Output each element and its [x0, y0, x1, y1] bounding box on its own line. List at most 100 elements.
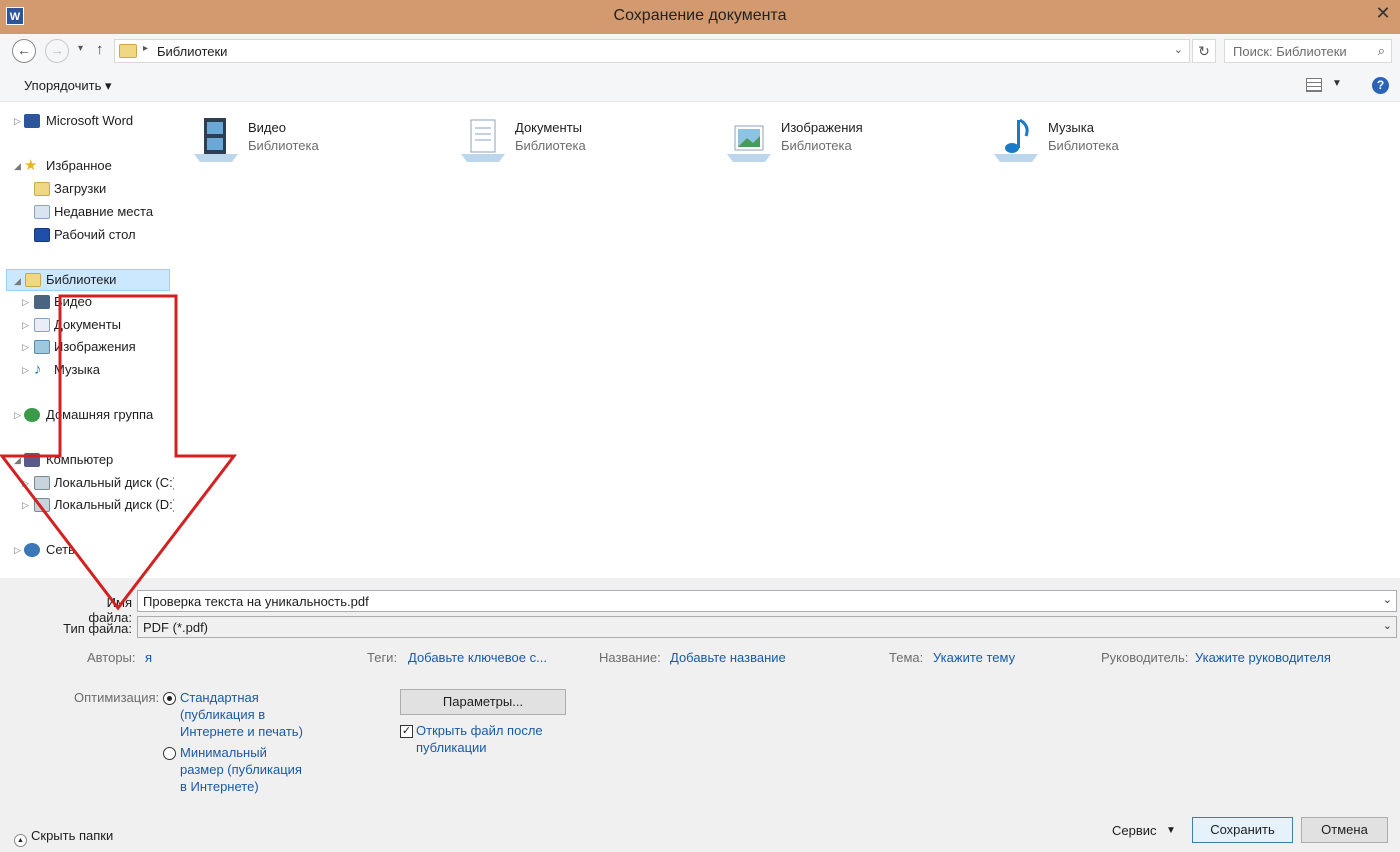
expand-arrow-icon[interactable]: ▷: [22, 494, 29, 516]
service-menu[interactable]: Сервис: [1112, 823, 1157, 838]
word-icon: [24, 114, 40, 128]
libraries-folder-icon: [119, 44, 137, 58]
tree-label: Избранное: [46, 158, 112, 173]
tree-item-images[interactable]: ▷ Изображения: [22, 336, 174, 358]
music-library-icon: [994, 118, 1038, 162]
tree-item-recent-places[interactable]: Недавние места: [14, 201, 174, 223]
address-dropdown-icon[interactable]: ⌄: [1174, 43, 1183, 56]
filename-field[interactable]: Проверка текста на уникальность.pdf ⌄: [137, 590, 1397, 612]
option-line: Стандартная: [180, 690, 259, 705]
open-after-publish-label[interactable]: Открыть файл после публикации: [416, 722, 543, 756]
up-button[interactable]: ↑: [96, 41, 104, 58]
parameters-button[interactable]: Параметры...: [400, 689, 566, 715]
library-name: Видео: [248, 120, 286, 135]
filetype-select[interactable]: PDF (*.pdf) ⌄: [137, 616, 1397, 638]
chevron-down-icon[interactable]: ⌄: [1383, 619, 1392, 632]
optimize-standard-radio[interactable]: [163, 692, 176, 705]
local-disk-icon: [34, 498, 50, 512]
tree-label: Документы: [54, 317, 122, 332]
organize-button[interactable]: Упорядочить ▾: [24, 78, 112, 94]
tree-label: Изображения: [54, 339, 136, 354]
tree-item-desktop[interactable]: Рабочий стол: [14, 224, 174, 246]
service-dropdown-icon[interactable]: ▼: [1166, 825, 1176, 836]
refresh-button[interactable]: ↻: [1192, 39, 1216, 63]
tags-field[interactable]: Добавьте ключевое с...: [408, 650, 547, 665]
recent-locations-dropdown-icon[interactable]: ▾: [78, 43, 83, 54]
view-options-icon[interactable]: [1306, 78, 1322, 92]
optimize-minimal-label[interactable]: Минимальный размер (публикация в Интерне…: [180, 744, 302, 795]
expand-arrow-icon[interactable]: ▷: [22, 359, 29, 381]
open-after-publish-checkbox[interactable]: ✓: [400, 725, 413, 738]
filetype-value: PDF (*.pdf): [143, 620, 209, 635]
breadcrumb-libraries[interactable]: Библиотеки: [157, 44, 227, 59]
local-disk-icon: [34, 476, 50, 490]
homegroup-icon: [24, 408, 40, 422]
library-item-video[interactable]: Видео Библиотека: [192, 114, 442, 164]
tree-item-documents[interactable]: ▷ Документы: [22, 314, 174, 336]
address-bar[interactable]: ▸ Библиотеки ⌄: [114, 39, 1190, 63]
tree-label: Microsoft Word: [46, 113, 134, 128]
expand-arrow-icon[interactable]: ▷: [22, 314, 29, 336]
tree-item-microsoft-word[interactable]: ▷ Microsoft Word: [14, 110, 174, 132]
authors-label: Авторы:: [87, 650, 136, 665]
downloads-folder-icon: [34, 182, 50, 196]
hide-folders-button[interactable]: ▲ Скрыть папки: [14, 828, 113, 847]
tree-item-computer[interactable]: ◢ Компьютер: [14, 449, 174, 471]
libraries-folder-icon: [25, 273, 41, 287]
library-item-images[interactable]: Изображения Библиотека: [725, 114, 975, 164]
breadcrumb-chevron-icon[interactable]: ▸: [143, 43, 148, 54]
optimize-label: Оптимизация:: [74, 690, 160, 705]
expand-arrow-icon[interactable]: ▷: [22, 291, 29, 313]
chevron-down-icon[interactable]: ⌄: [1383, 593, 1392, 606]
window-title: Сохранение документа: [613, 7, 787, 24]
library-item-music[interactable]: Музыка Библиотека: [992, 114, 1242, 164]
tree-item-network[interactable]: ▷ Сеть: [14, 539, 174, 561]
collapse-arrow-icon[interactable]: ◢: [14, 270, 21, 292]
tree-item-music[interactable]: ▷ ♪ Музыка: [22, 359, 174, 381]
manager-label: Руководитель:: [1101, 650, 1189, 665]
back-button[interactable]: ←: [12, 39, 36, 63]
optimize-standard-label[interactable]: Стандартная (публикация в Интернете и пе…: [180, 689, 303, 740]
save-button[interactable]: Сохранить: [1192, 817, 1293, 843]
tree-label: Локальный диск (D:): [54, 497, 174, 512]
tree-item-homegroup[interactable]: ▷ Домашняя группа: [14, 404, 174, 426]
tree-label: Домашняя группа: [46, 407, 154, 422]
view-dropdown-icon[interactable]: ▼: [1332, 78, 1342, 89]
tree-item-favorites[interactable]: ◢ ★ Избранное: [14, 155, 174, 177]
option-line: Минимальный: [180, 745, 267, 760]
search-input[interactable]: Поиск: Библиотеки ⌕: [1224, 39, 1392, 63]
tree-item-downloads[interactable]: Загрузки: [14, 178, 174, 200]
tree-item-disk-d[interactable]: ▷ Локальный диск (D:): [22, 494, 174, 516]
library-item-documents[interactable]: Документы Библиотека: [459, 114, 709, 164]
collapse-arrow-icon[interactable]: ◢: [14, 449, 21, 471]
computer-icon: [24, 453, 40, 467]
tree-label: Локальный диск (C:): [54, 475, 174, 490]
close-icon[interactable]: ✕: [1366, 0, 1400, 28]
forward-button[interactable]: →: [45, 39, 69, 63]
option-line: Открыть файл после: [416, 723, 543, 738]
file-list: Видео Библиотека Документы Библиотека Из…: [174, 102, 1400, 578]
optimize-minimal-radio[interactable]: [163, 747, 176, 760]
expand-arrow-icon[interactable]: ▷: [14, 110, 21, 132]
expand-arrow-icon[interactable]: ▷: [14, 539, 21, 561]
tree-item-disk-c[interactable]: ▷ Локальный диск (C:): [22, 472, 174, 494]
tree-label: Музыка: [54, 362, 100, 377]
network-icon: [24, 543, 40, 557]
expand-arrow-icon[interactable]: ▷: [14, 404, 21, 426]
title-field[interactable]: Добавьте название: [670, 650, 786, 665]
cancel-button[interactable]: Отмена: [1301, 817, 1388, 843]
tree-label: Видео: [54, 294, 92, 309]
collapse-arrow-icon[interactable]: ◢: [14, 155, 21, 177]
documents-library-icon: [461, 119, 505, 162]
tree-label: Сеть: [46, 542, 75, 557]
expand-arrow-icon[interactable]: ▷: [22, 472, 29, 494]
manager-field[interactable]: Укажите руководителя: [1195, 650, 1331, 665]
help-icon[interactable]: ?: [1372, 77, 1389, 94]
tree-label: Недавние места: [54, 204, 154, 219]
tree-item-video[interactable]: ▷ Видео: [22, 291, 174, 313]
authors-field[interactable]: я: [145, 650, 152, 665]
tree-item-libraries[interactable]: ◢ Библиотеки: [6, 269, 170, 291]
expand-arrow-icon[interactable]: ▷: [22, 336, 29, 358]
subject-field[interactable]: Укажите тему: [933, 650, 1015, 665]
search-icon: ⌕: [1377, 43, 1385, 58]
